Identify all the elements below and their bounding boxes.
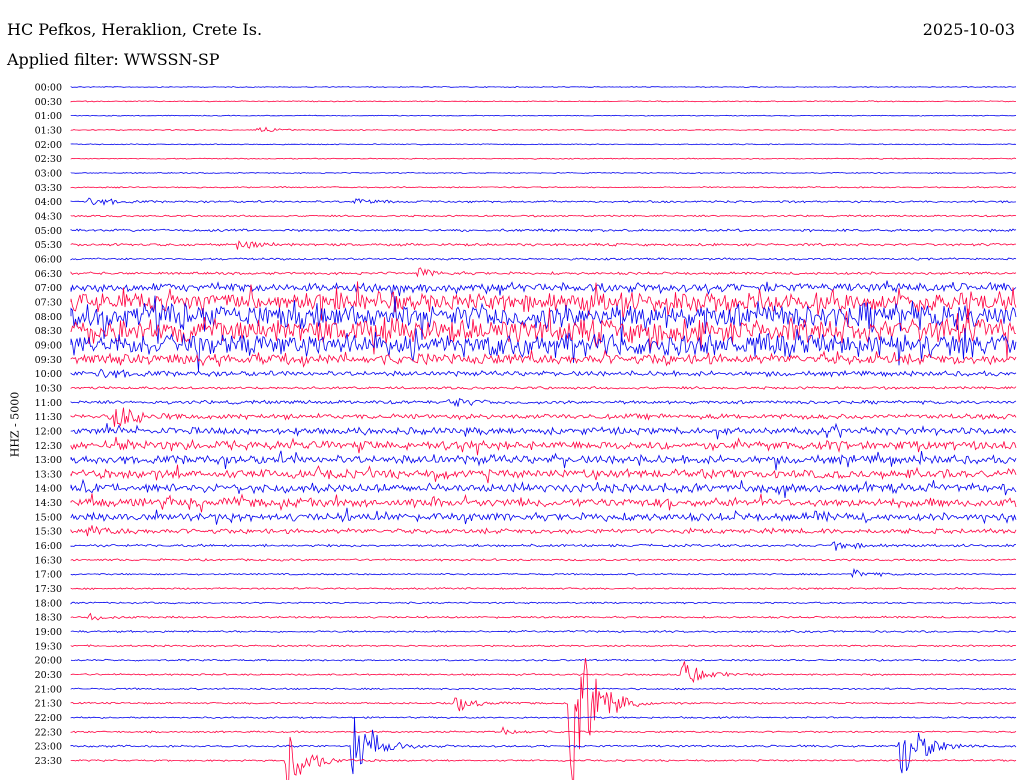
- trace-line: [70, 629, 1017, 634]
- time-tick-label: 04:30: [35, 211, 62, 222]
- trace-line: [70, 657, 1017, 780]
- trace-line: [70, 716, 1017, 720]
- trace-line: [70, 726, 1017, 736]
- time-tick-label: 19:00: [35, 627, 62, 638]
- time-tick-label: 16:00: [35, 541, 62, 552]
- time-tick-label: 13:30: [35, 469, 62, 480]
- time-tick-label: 07:00: [35, 283, 62, 294]
- time-tick-label: 21:00: [35, 684, 62, 695]
- trace-line: [70, 464, 1017, 484]
- trace-line: [70, 368, 1017, 379]
- time-tick-label: 00:00: [35, 83, 62, 94]
- time-tick-label: 11:00: [35, 398, 62, 409]
- seismogram-plot: 00:00 00:30 01:00 01:30 02:00 02:30 03:00 03:30…: [35, 83, 1017, 780]
- trace-line: [70, 257, 1017, 261]
- time-tick-label: 09:30: [35, 355, 62, 366]
- trace-line: [70, 661, 1017, 684]
- time-tick-label: 07:30: [35, 297, 62, 308]
- time-tick-label: 13:00: [35, 455, 62, 466]
- time-tick-label: 02:30: [35, 154, 62, 165]
- time-tick-label: 12:00: [35, 426, 62, 437]
- trace-line: [70, 541, 1016, 551]
- time-tick-label: 03:30: [35, 183, 62, 194]
- time-tick-label: 19:30: [35, 641, 62, 652]
- trace-line: [70, 197, 1017, 206]
- trace-line: [70, 143, 1017, 146]
- trace-line: [70, 612, 1017, 621]
- trace-line: [70, 100, 1016, 103]
- trace-line: [70, 658, 1017, 662]
- trace-line: [70, 267, 1017, 278]
- trace-line: [70, 186, 1017, 189]
- trace-line: [70, 717, 1017, 775]
- trace-line: [70, 687, 1017, 691]
- time-tick-label: 03:00: [35, 168, 62, 179]
- time-tick-label: 21:30: [35, 699, 62, 710]
- time-tick-label: 18:00: [35, 598, 62, 609]
- trace-line: [70, 644, 1017, 648]
- time-tick-label: 23:00: [35, 742, 62, 753]
- trace-line: [70, 558, 1017, 562]
- trace-line: [70, 736, 1017, 780]
- time-tick-label: 11:30: [35, 412, 62, 423]
- time-tick-label: 09:00: [35, 340, 62, 351]
- trace-line: [70, 478, 1017, 499]
- time-tick-label: 18:30: [35, 613, 62, 624]
- time-tick-label: 15:00: [35, 512, 62, 523]
- time-tick-label: 10:00: [35, 369, 62, 380]
- time-tick-label: 12:30: [35, 441, 62, 452]
- trace-line: [70, 587, 1017, 590]
- time-tick-label: 08:30: [35, 326, 62, 337]
- trace-line: [70, 328, 1017, 372]
- trace-line: [70, 240, 1016, 250]
- time-tick-label: 14:00: [35, 484, 62, 495]
- trace-line: [70, 228, 1017, 233]
- trace-line: [70, 493, 1017, 513]
- trace-line: [70, 114, 1017, 117]
- time-tick-label: 02:00: [35, 140, 62, 151]
- trace-line: [70, 171, 1017, 175]
- time-tick-label: 22:30: [35, 727, 62, 738]
- trace-line: [70, 214, 1017, 218]
- time-tick-label: 01:30: [35, 125, 62, 136]
- trace-line: [70, 525, 1017, 537]
- time-tick-label: 04:00: [35, 197, 62, 208]
- time-tick-label: 08:00: [35, 312, 62, 323]
- trace-line: [70, 385, 1017, 390]
- time-tick-label: 22:00: [35, 713, 62, 724]
- time-tick-label: 16:30: [35, 555, 62, 566]
- trace-line: [70, 450, 1017, 471]
- time-tick-label: 14:30: [35, 498, 62, 509]
- time-tick-label: 23:30: [35, 756, 62, 767]
- trace-line: [70, 567, 1017, 579]
- time-tick-label: 15:30: [35, 527, 62, 538]
- trace-line: [70, 407, 1017, 427]
- trace-line: [70, 126, 1017, 132]
- trace-line: [70, 157, 1017, 160]
- time-tick-label: 17:30: [35, 584, 62, 595]
- time-tick-label: 01:00: [35, 111, 62, 122]
- trace-line: [70, 86, 1017, 88]
- time-tick-label: 20:30: [35, 670, 62, 681]
- time-tick-label: 06:00: [35, 254, 62, 265]
- time-tick-label: 17:00: [35, 570, 62, 581]
- trace-line: [70, 397, 1017, 407]
- time-tick-label: 05:00: [35, 226, 62, 237]
- time-tick-label: 10:30: [35, 383, 62, 394]
- trace-line: [70, 601, 1017, 605]
- time-tick-label: 06:30: [35, 269, 62, 280]
- time-tick-label: 20:00: [35, 656, 62, 667]
- trace-line: [70, 422, 1017, 440]
- trace-line: [70, 280, 1017, 298]
- time-tick-label: 00:30: [35, 97, 62, 108]
- trace-line: [70, 436, 1017, 456]
- trace-line: [70, 349, 1017, 368]
- trace-line: [70, 507, 1017, 525]
- time-tick-label: 05:30: [35, 240, 62, 251]
